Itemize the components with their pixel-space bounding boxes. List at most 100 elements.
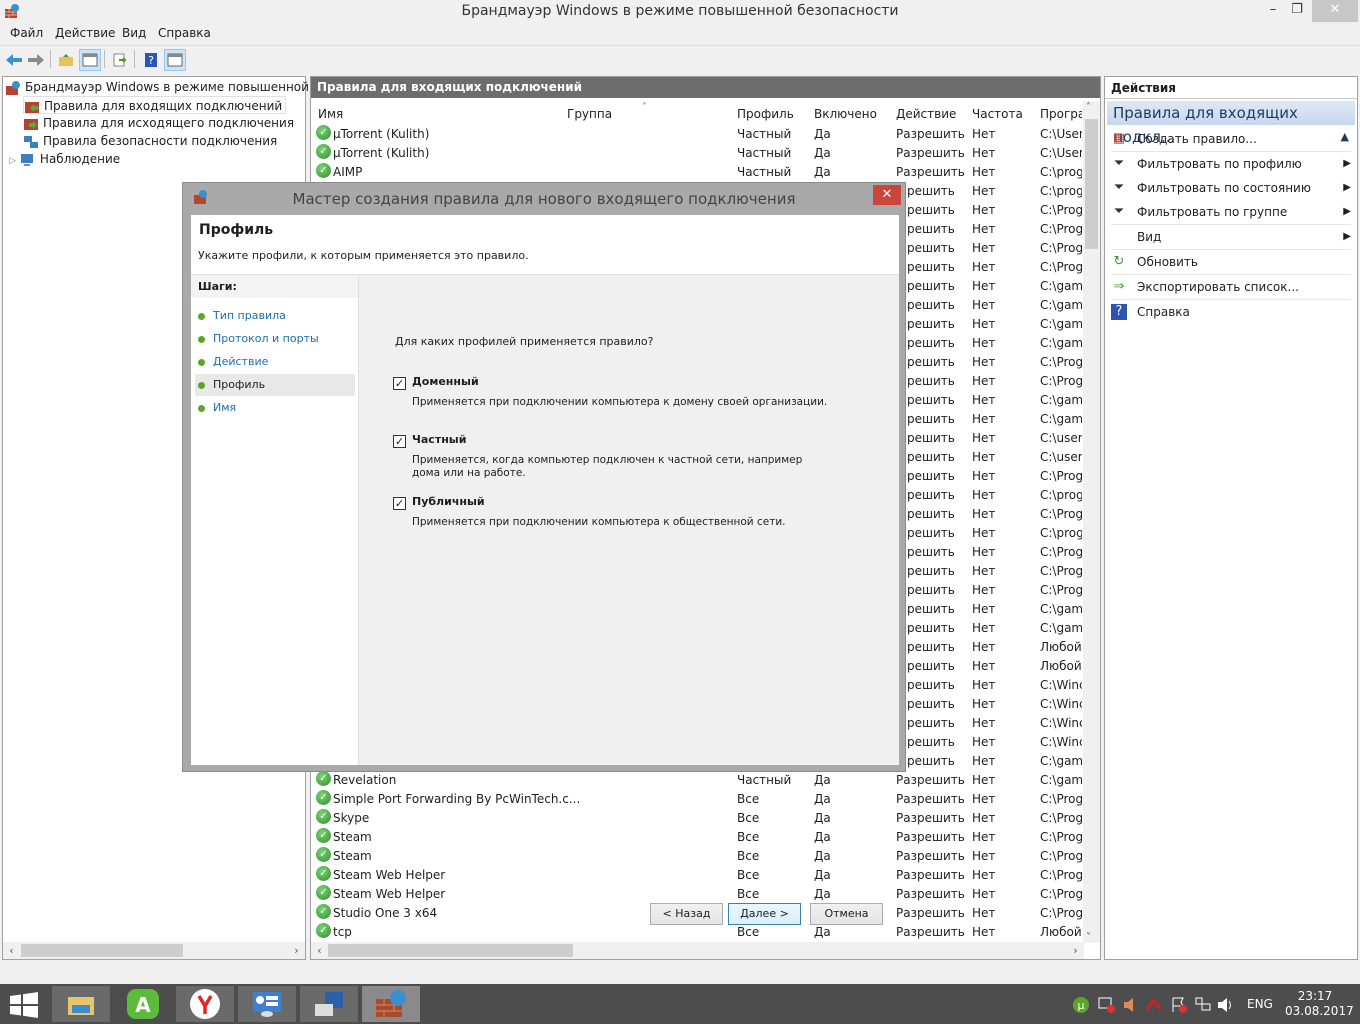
rule-row[interactable]: ✓ µTorrent (Kulith) Частный Да Разрешить Нет C… [311,125,1086,144]
wizard-step[interactable]: Протокол и порты [195,328,355,350]
rule-row[interactable]: ✓ Skype Все Да Разрешить Нет C:\Prog [311,809,1086,828]
volume-tray-icon[interactable] [1216,984,1234,1024]
taskbar-firewall[interactable] [362,986,420,1022]
cell-program: C:\gam [1040,393,1082,407]
column-header-name[interactable]: Имя [318,103,343,125]
minimize-button[interactable]: – [1262,0,1284,22]
help-button[interactable]: ? [140,49,162,71]
cell-program: C:\Prog [1040,222,1082,236]
export-icon [113,53,127,67]
rule-row[interactable]: ✓ µTorrent (Kulith) Частный Да Разрешить Нет C… [311,144,1086,163]
start-button[interactable] [10,992,38,1021]
scroll-right-icon[interactable]: › [288,942,305,959]
action-center-tray-icon[interactable] [1098,984,1116,1024]
scroll-left-icon[interactable]: ‹ [3,942,20,959]
tree-horizontal-scrollbar[interactable]: ‹ › [3,942,305,959]
action-item[interactable]: ? Справка [1111,300,1351,324]
profile-label[interactable]: Частный [412,433,466,446]
network-error-tray-icon[interactable] [1145,984,1163,1024]
back-button[interactable] [3,49,25,71]
flag-tray-icon[interactable] [1170,984,1188,1024]
rule-row[interactable]: ✓ Revelation Частный Да Разрешить Нет C:\gam [311,771,1086,790]
dialog-close-button[interactable]: ✕ [873,185,901,205]
actions-section-header[interactable]: Правила для входящих подкл... ▲ [1107,101,1355,146]
wired-network-tray-icon[interactable] [1194,984,1212,1024]
menu-view[interactable]: Вид [122,26,146,40]
taskbar-android-app[interactable]: A [126,988,160,1023]
submenu-arrow-icon: ▶ [1343,231,1351,242]
action-item[interactable]: ⏷ Фильтровать по профилю ▶ [1111,152,1351,176]
show-hide-actions-button[interactable] [164,49,186,71]
clock[interactable]: 23:17 03.08.2017 [1285,989,1354,1019]
profile-checkbox[interactable]: ✓ [393,435,406,448]
column-header-enabled[interactable]: Включено [814,103,877,125]
expand-icon[interactable]: ▷ [9,156,16,166]
wizard-step[interactable]: Тип правила [195,305,355,327]
taskbar-file-explorer[interactable] [52,986,110,1022]
rule-row[interactable]: ✓ Steam Все Да Разрешить Нет C:\Prog [311,828,1086,847]
action-label: Вид [1137,230,1162,244]
rule-row[interactable]: ✓ Simple Port Forwarding By PcWinTech.c..… [311,790,1086,809]
forward-button[interactable] [25,49,47,71]
rule-row[interactable]: ✓ tcp Все Да Разрешить Нет Любой [311,923,1086,942]
show-hide-tree-button[interactable] [79,49,101,71]
tree-item-connection-security-rules[interactable]: Правила безопасности подключения [23,132,277,150]
folder-icon [68,997,94,1015]
profile-label[interactable]: Публичный [412,495,485,508]
column-header-override[interactable]: Частота [972,103,1023,125]
column-header-profile[interactable]: Профиль [737,103,794,125]
profile-checkbox[interactable]: ✓ [393,497,406,510]
export-list-button[interactable] [109,49,131,71]
list-vertical-scrollbar[interactable]: ˄ ˅ [1083,101,1100,943]
scroll-down-icon[interactable]: ˅ [1086,932,1091,943]
scrollbar-thumb[interactable] [328,944,573,957]
taskbar-network-setup[interactable] [300,986,358,1022]
rule-row[interactable]: ✓ AIMP Частный Да Разрешить Нет C:\prog [311,163,1086,182]
profile-label[interactable]: Доменный [412,375,479,388]
wizard-step[interactable]: Действие [195,351,355,373]
cancel-button[interactable]: Отмена [810,903,883,925]
rule-row[interactable]: ✓ Steam Все Да Разрешить Нет C:\Prog [311,847,1086,866]
column-header-group[interactable]: Группа [567,103,612,125]
utorrent-tray-icon[interactable]: µ [1072,984,1090,1024]
cell-program: C:\Prog [1040,792,1082,806]
maximize-button[interactable]: ❐ [1286,0,1308,22]
list-horizontal-scrollbar[interactable]: ‹ › [311,942,1084,959]
close-button[interactable]: ✕ [1312,0,1358,22]
column-header-program[interactable]: Програ [1040,103,1082,125]
profile-checkbox[interactable]: ✓ [393,377,406,390]
up-folder-button[interactable] [55,49,77,71]
action-item[interactable]: ⏷ Фильтровать по состоянию ▶ [1111,176,1351,200]
action-item[interactable]: ▦ Создать правило... [1111,127,1351,151]
tree-item-monitoring[interactable]: ▷ Наблюдение [9,150,120,168]
svg-text:A: A [135,993,151,1017]
action-item[interactable]: Вид ▶ [1111,225,1351,249]
menu-help[interactable]: Справка [158,26,211,40]
taskbar-yandex-browser[interactable] [176,986,234,1022]
action-item[interactable]: ⏷ Фильтровать по группе ▶ [1111,200,1351,224]
back-arrow-icon [6,54,22,66]
action-item[interactable]: ↻ Обновить [1111,250,1351,274]
actions-title: Действия [1105,77,1357,99]
column-header-action[interactable]: Действие [896,103,956,125]
menu-file[interactable]: Файл [10,26,43,40]
rule-row[interactable]: ✓ Steam Web Helper Все Да Разрешить Нет C:\Pro… [311,866,1086,885]
speaker-tray-icon[interactable] [1122,984,1140,1024]
action-item[interactable]: ⇒ Экспортировать список... [1111,275,1351,299]
scrollbar-thumb[interactable] [21,944,183,957]
language-indicator[interactable]: ENG [1247,984,1273,1024]
cell-action: решить [907,602,955,616]
taskbar-control-panel[interactable] [238,986,296,1022]
menu-action[interactable]: Действие [55,26,115,40]
scroll-up-icon[interactable]: ˄ [1086,102,1091,113]
scrollbar-thumb[interactable] [1085,119,1098,249]
wizard-step[interactable]: Имя [195,397,355,419]
next-button[interactable]: Далее > [728,903,801,925]
scroll-right-icon[interactable]: › [1067,942,1084,959]
rule-row[interactable]: ✓ Steam Web Helper Все Да Разрешить Нет C:\Pro… [311,885,1086,904]
tree-item-inbound-rules[interactable]: Правила для входящих подключений [23,96,287,114]
scroll-left-icon[interactable]: ‹ [311,942,328,959]
tree-item-outbound-rules[interactable]: Правила для исходящего подключения [23,114,294,132]
wizard-step[interactable]: Профиль [195,374,355,396]
back-button[interactable]: < Назад [650,903,723,925]
